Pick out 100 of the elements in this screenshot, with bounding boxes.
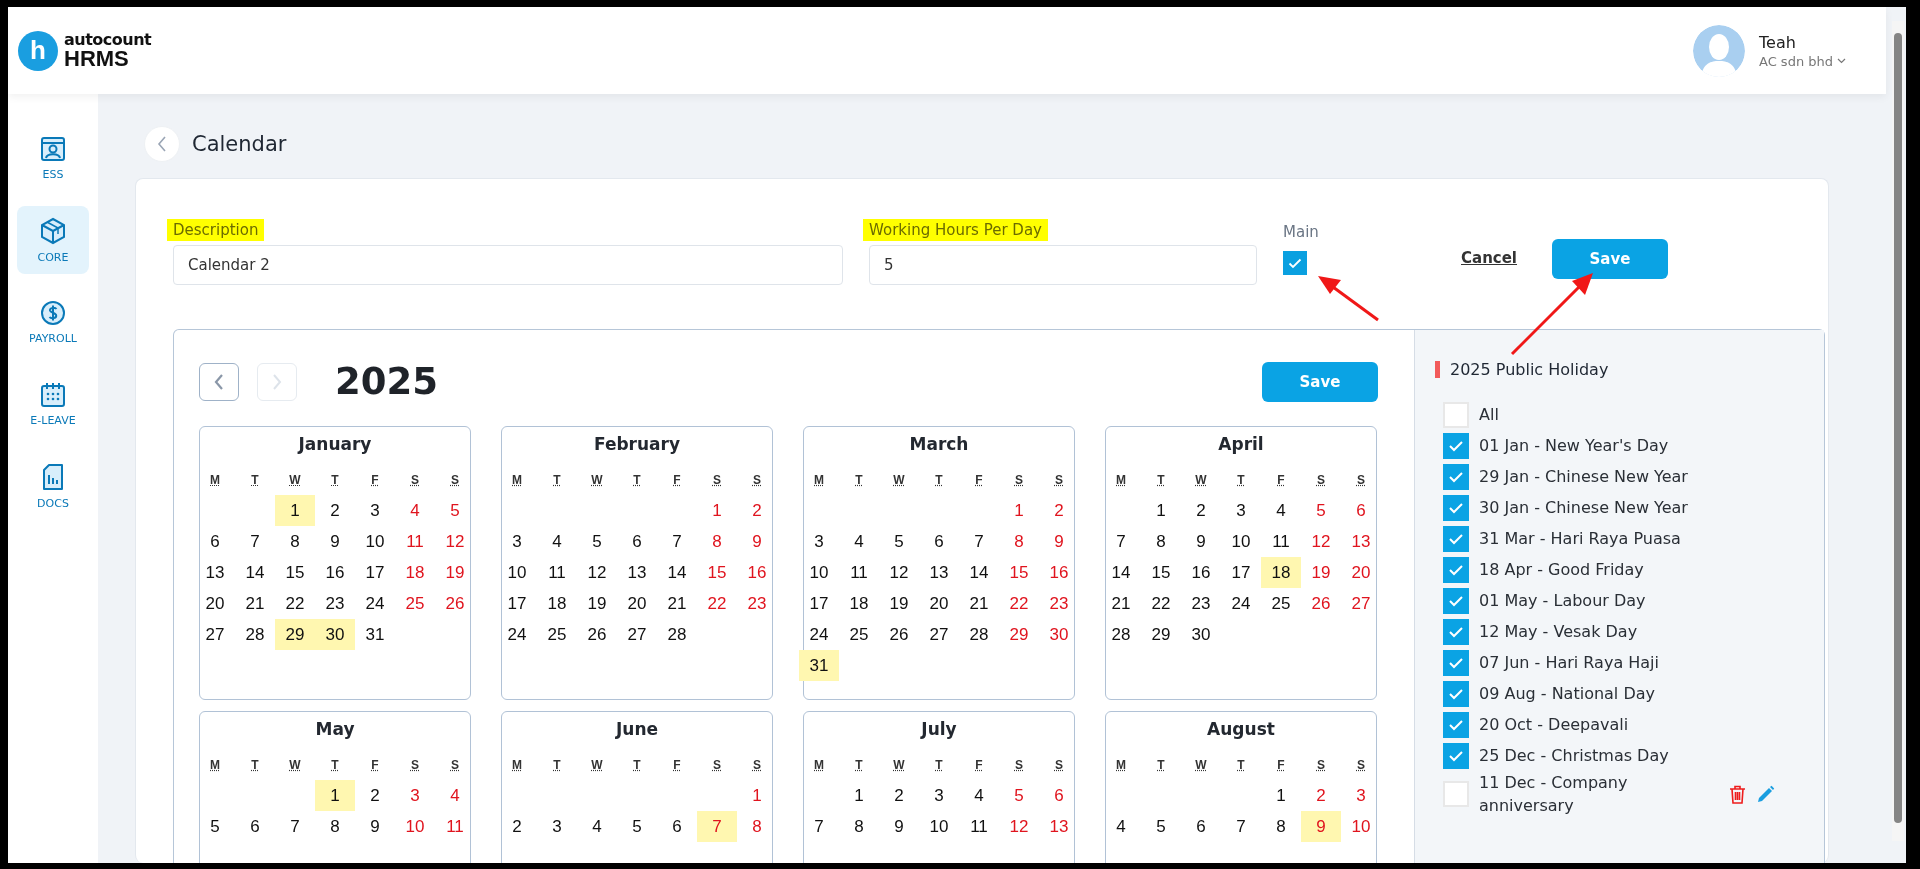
- day-cell[interactable]: 29: [999, 619, 1039, 650]
- day-cell[interactable]: 11: [395, 526, 435, 557]
- day-cell[interactable]: 2: [1039, 495, 1079, 526]
- day-cell[interactable]: 2: [1181, 495, 1221, 526]
- holiday-checkbox[interactable]: [1443, 494, 1469, 521]
- holiday-checkbox[interactable]: [1443, 463, 1469, 490]
- day-cell[interactable]: 28: [657, 619, 697, 650]
- day-cell[interactable]: 3: [497, 526, 537, 557]
- day-cell[interactable]: 17: [1221, 557, 1261, 588]
- holiday-checkbox[interactable]: [1443, 618, 1469, 645]
- day-cell[interactable]: 9: [355, 811, 395, 842]
- day-cell[interactable]: 13: [1341, 526, 1381, 557]
- day-cell[interactable]: 1: [839, 780, 879, 811]
- day-cell[interactable]: 13: [195, 557, 235, 588]
- day-cell[interactable]: 4: [577, 811, 617, 842]
- day-cell[interactable]: 15: [697, 557, 737, 588]
- day-cell[interactable]: 5: [617, 811, 657, 842]
- day-cell[interactable]: 22: [999, 588, 1039, 619]
- day-cell[interactable]: 10: [799, 557, 839, 588]
- day-cell[interactable]: 7: [697, 811, 737, 842]
- day-cell[interactable]: 9: [1181, 526, 1221, 557]
- day-cell[interactable]: 16: [1181, 557, 1221, 588]
- day-cell[interactable]: 8: [275, 526, 315, 557]
- day-cell[interactable]: 17: [799, 588, 839, 619]
- day-cell[interactable]: 1: [697, 495, 737, 526]
- day-cell[interactable]: 10: [355, 526, 395, 557]
- day-cell[interactable]: 19: [435, 557, 475, 588]
- day-cell[interactable]: 16: [1039, 557, 1079, 588]
- day-cell[interactable]: 13: [1039, 811, 1079, 842]
- day-cell[interactable]: 29: [1141, 619, 1181, 650]
- day-cell[interactable]: 15: [999, 557, 1039, 588]
- day-cell[interactable]: 24: [1221, 588, 1261, 619]
- day-cell[interactable]: 6: [195, 526, 235, 557]
- day-cell[interactable]: 25: [537, 619, 577, 650]
- previous-year-button[interactable]: [199, 362, 239, 401]
- day-cell[interactable]: 15: [275, 557, 315, 588]
- day-cell[interactable]: 6: [617, 526, 657, 557]
- day-cell[interactable]: 6: [235, 811, 275, 842]
- day-cell[interactable]: 5: [879, 526, 919, 557]
- day-cell[interactable]: 26: [577, 619, 617, 650]
- day-cell[interactable]: 26: [1301, 588, 1341, 619]
- day-cell[interactable]: 6: [919, 526, 959, 557]
- day-cell[interactable]: 18: [1261, 557, 1301, 588]
- day-cell[interactable]: 16: [737, 557, 777, 588]
- day-cell[interactable]: 2: [737, 495, 777, 526]
- holiday-checkbox[interactable]: [1443, 587, 1469, 614]
- holiday-checkbox[interactable]: [1443, 680, 1469, 707]
- day-cell[interactable]: 26: [435, 588, 475, 619]
- day-cell[interactable]: 10: [395, 811, 435, 842]
- day-cell[interactable]: 4: [395, 495, 435, 526]
- day-cell[interactable]: 21: [657, 588, 697, 619]
- holiday-checkbox[interactable]: [1443, 711, 1469, 738]
- day-cell[interactable]: 10: [1221, 526, 1261, 557]
- back-button[interactable]: [144, 126, 180, 162]
- day-cell[interactable]: 11: [1261, 526, 1301, 557]
- sidebar-item[interactable]: PAYROLL: [17, 288, 89, 356]
- day-cell[interactable]: 23: [737, 588, 777, 619]
- day-cell[interactable]: 18: [395, 557, 435, 588]
- day-cell[interactable]: 12: [1301, 526, 1341, 557]
- scrollbar[interactable]: [1892, 21, 1904, 841]
- holiday-checkbox[interactable]: [1443, 649, 1469, 676]
- day-cell[interactable]: 23: [1181, 588, 1221, 619]
- day-cell[interactable]: 2: [1301, 780, 1341, 811]
- holiday-checkbox[interactable]: [1443, 742, 1469, 769]
- day-cell[interactable]: 15: [1141, 557, 1181, 588]
- day-cell[interactable]: 25: [395, 588, 435, 619]
- day-cell[interactable]: 16: [315, 557, 355, 588]
- day-cell[interactable]: 9: [1039, 526, 1079, 557]
- day-cell[interactable]: 14: [235, 557, 275, 588]
- day-cell[interactable]: 8: [697, 526, 737, 557]
- day-cell[interactable]: 8: [999, 526, 1039, 557]
- day-cell[interactable]: 24: [355, 588, 395, 619]
- day-cell[interactable]: 30: [1039, 619, 1079, 650]
- day-cell[interactable]: 2: [315, 495, 355, 526]
- day-cell[interactable]: 12: [879, 557, 919, 588]
- day-cell[interactable]: 13: [919, 557, 959, 588]
- day-cell[interactable]: 5: [1141, 811, 1181, 842]
- day-cell[interactable]: 2: [879, 780, 919, 811]
- day-cell[interactable]: 4: [537, 526, 577, 557]
- day-cell[interactable]: 4: [959, 780, 999, 811]
- working-hours-field[interactable]: 5: [869, 245, 1257, 285]
- day-cell[interactable]: 20: [1341, 557, 1381, 588]
- day-cell[interactable]: 9: [315, 526, 355, 557]
- day-cell[interactable]: 7: [275, 811, 315, 842]
- chevron-down-icon[interactable]: [1837, 58, 1846, 64]
- day-cell[interactable]: 29: [275, 619, 315, 650]
- day-cell[interactable]: 30: [315, 619, 355, 650]
- day-cell[interactable]: 22: [275, 588, 315, 619]
- day-cell[interactable]: 12: [999, 811, 1039, 842]
- day-cell[interactable]: 8: [737, 811, 777, 842]
- day-cell[interactable]: 20: [617, 588, 657, 619]
- day-cell[interactable]: 28: [959, 619, 999, 650]
- company-selector[interactable]: AC sdn bhd: [1759, 53, 1846, 69]
- day-cell[interactable]: 12: [577, 557, 617, 588]
- day-cell[interactable]: 19: [879, 588, 919, 619]
- day-cell[interactable]: 4: [839, 526, 879, 557]
- day-cell[interactable]: 9: [1301, 811, 1341, 842]
- day-cell[interactable]: 23: [1039, 588, 1079, 619]
- day-cell[interactable]: 6: [1181, 811, 1221, 842]
- day-cell[interactable]: 18: [839, 588, 879, 619]
